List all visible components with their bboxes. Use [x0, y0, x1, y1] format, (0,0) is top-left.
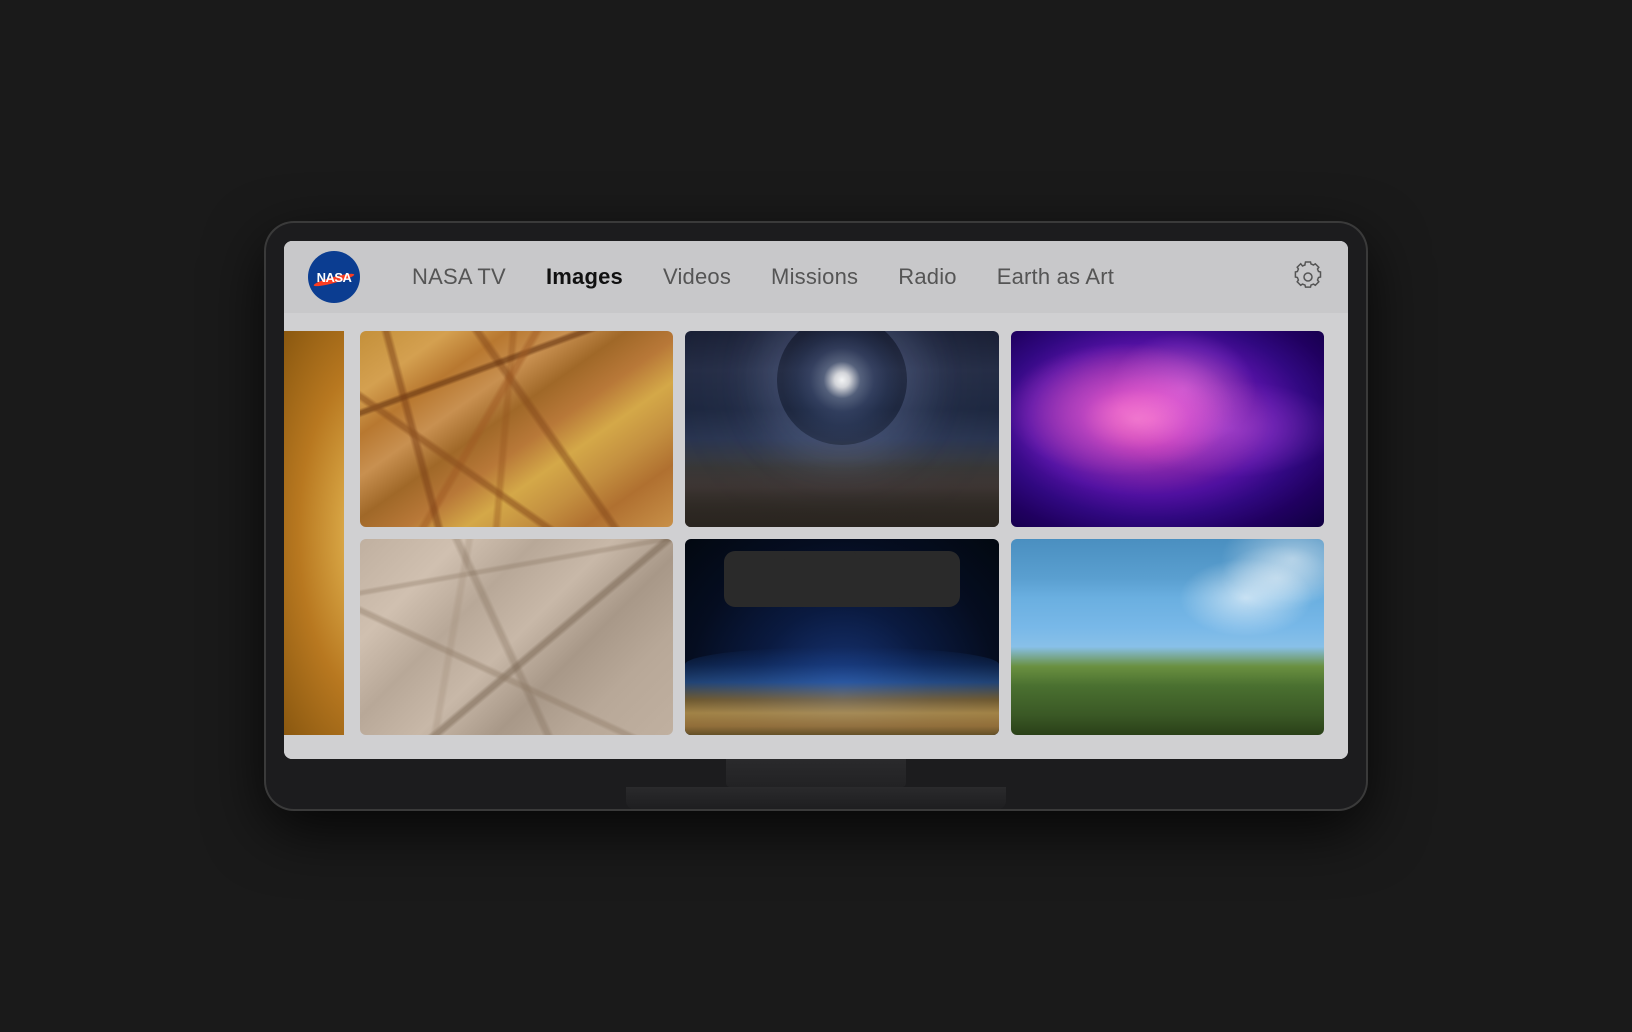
tv-stand-base — [626, 787, 1006, 809]
nav-item-missions[interactable]: Missions — [751, 256, 878, 298]
settings-icon[interactable] — [1292, 261, 1324, 293]
image-card-europa[interactable] — [360, 331, 673, 527]
nasa-logo[interactable]: NASA — [308, 251, 360, 303]
images-grid — [360, 331, 1324, 735]
image-card-nebula[interactable] — [1011, 331, 1324, 527]
nav-item-videos[interactable]: Videos — [643, 256, 751, 298]
tv-screen: NASA NASA TV Images Videos Missions Radi… — [284, 241, 1348, 759]
navigation-bar: NASA NASA TV Images Videos Missions Radi… — [284, 241, 1348, 313]
image-card-radio-telescope[interactable] — [1011, 539, 1324, 735]
tv-stand-neck — [726, 759, 906, 787]
image-card-earth-from-space[interactable] — [685, 539, 998, 735]
image-card-aerial-terrain[interactable] — [360, 539, 673, 735]
content-area — [284, 313, 1348, 759]
tv-frame: NASA NASA TV Images Videos Missions Radi… — [266, 223, 1366, 809]
nav-item-radio[interactable]: Radio — [878, 256, 976, 298]
nav-item-nasa-tv[interactable]: NASA TV — [392, 256, 526, 298]
nav-item-images[interactable]: Images — [526, 256, 643, 298]
side-peek-image — [284, 331, 344, 735]
nav-item-earth-as-art[interactable]: Earth as Art — [977, 256, 1134, 298]
nav-items: NASA TV Images Videos Missions Radio Ear… — [392, 256, 1292, 298]
image-card-moon-halo[interactable] — [685, 331, 998, 527]
